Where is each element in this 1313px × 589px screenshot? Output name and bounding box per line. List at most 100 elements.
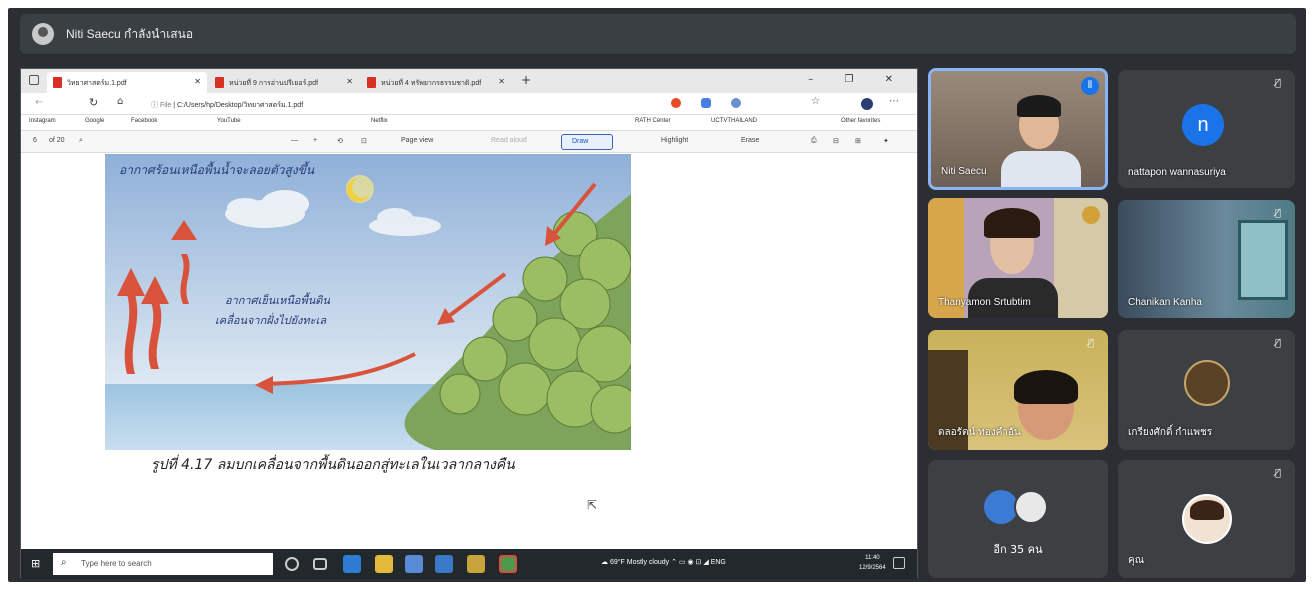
- draw-button[interactable]: Draw: [561, 134, 613, 150]
- mic-off-icon: 🎙̸: [1274, 78, 1281, 89]
- back-icon[interactable]: ←: [35, 97, 43, 108]
- highlight-button[interactable]: Highlight: [661, 137, 688, 144]
- mic-off-icon: 🎙̸: [1274, 468, 1281, 479]
- shared-screen: วิทยาศาสตร์ม.1.pdf ✕ หน่วยที่ 9 การอ่านป…: [20, 68, 918, 579]
- participant-name: Niti Saecu: [941, 166, 987, 177]
- sea-breeze-figure: อากาศร้อนเหนือพื้นน้ำจะลอยตัวสูงขึ้น อาก…: [105, 154, 631, 450]
- participant-tile[interactable]: 🎙̸ Chanikan Kanha: [1118, 200, 1295, 318]
- cool-air-label-2: เคลื่อนจากฝั่งไปยังทะเล: [215, 312, 327, 327]
- bookmark-rath[interactable]: RATH Center: [635, 118, 671, 124]
- tab-2[interactable]: หน่วยที่ 9 การอ่านปรีเยอร์.pdf ✕: [209, 72, 359, 93]
- shirt: [1001, 151, 1081, 187]
- cortana-icon[interactable]: [285, 557, 299, 571]
- participant-name: อีก 35 คน: [993, 543, 1043, 556]
- extension-icons[interactable]: ☆ ⋯: [621, 96, 911, 110]
- rotate-icon[interactable]: ⟲: [337, 137, 343, 145]
- participant-tile[interactable]: 🎙̸ เกรียงศักดิ์ กำแพชร: [1118, 330, 1295, 450]
- explorer-icon[interactable]: [375, 555, 393, 573]
- tab-2-label: หน่วยที่ 9 การอ่านปรีเยอร์.pdf: [229, 80, 319, 87]
- address-bar[interactable]: ⓘ File | C:/Users/hp/Desktop/วิทยาศาสตร์…: [151, 97, 611, 112]
- edge-icon[interactable]: [343, 555, 361, 573]
- file-label: File: [159, 102, 172, 109]
- bookmark-other[interactable]: Other favorites: [841, 118, 880, 124]
- save-icon[interactable]: ⊟: [833, 137, 839, 145]
- tab-actions-icon[interactable]: [29, 75, 39, 85]
- participant-name: nattapon wannasuriya: [1128, 167, 1226, 178]
- participant-name: ดลอรัตน์ ทองคำอัน: [938, 427, 1021, 438]
- participant-tile[interactable]: ⫴ Niti Saecu: [928, 68, 1108, 190]
- pin-icon[interactable]: ✦: [883, 137, 889, 145]
- chrome-icon[interactable]: [499, 555, 517, 573]
- fit-icon[interactable]: ⊡: [361, 137, 367, 145]
- close-icon[interactable]: ✕: [498, 77, 505, 86]
- others-tile[interactable]: อีก 35 คน: [928, 460, 1108, 578]
- info-icon: ⓘ: [151, 102, 160, 109]
- hair: [984, 208, 1040, 238]
- hair: [1014, 370, 1078, 404]
- address-row: ← ↻ ⌂ ⓘ File | C:/Users/hp/Desktop/วิทยา…: [21, 93, 917, 115]
- more-icon[interactable]: ⋯: [889, 96, 899, 107]
- tray-icons[interactable]: ⌃ ▭ ◉ ⊡ ◢: [671, 559, 711, 566]
- close-icon[interactable]: ✕: [194, 77, 201, 86]
- bookmark-youtube[interactable]: YouTube: [217, 118, 241, 124]
- tab-3[interactable]: หน่วยที่ 4 ทรัพยากรธรรมชาติ.pdf ✕: [361, 72, 511, 93]
- extension-icon[interactable]: [671, 98, 681, 108]
- erase-button[interactable]: Erase: [741, 137, 759, 144]
- bookmark-google[interactable]: Google: [85, 118, 104, 124]
- participant-name: Thanyamon Srtubtim: [938, 297, 1031, 308]
- zoom-out-icon[interactable]: —: [291, 137, 298, 144]
- pdf-icon: [367, 77, 376, 88]
- refresh-icon[interactable]: ↻: [89, 96, 98, 109]
- store-icon[interactable]: [405, 555, 423, 573]
- mouse-cursor-icon: ⇱: [587, 498, 598, 512]
- tab-3-label: หน่วยที่ 4 ทรัพยากรธรรมชาติ.pdf: [381, 80, 482, 87]
- close-icon[interactable]: ✕: [346, 77, 353, 86]
- speaking-indicator-icon: ⫴: [1081, 77, 1099, 95]
- clock[interactable]: 11:40 12/9/2564: [859, 553, 886, 573]
- notification-icon[interactable]: [893, 557, 905, 569]
- photos-icon[interactable]: [467, 555, 485, 573]
- bookmarks-bar: Instagram Google Facebook YouTube Netfli…: [21, 115, 917, 131]
- page-total: of 20: [49, 137, 65, 144]
- presenter-bar: Niti Saecu กำลังนำเสนอ: [20, 14, 1296, 54]
- print-icon[interactable]: ⎙: [811, 137, 817, 145]
- new-tab-button[interactable]: +: [521, 73, 531, 87]
- mic-off-icon: 🎙̸: [1274, 338, 1281, 349]
- tab-1-label: วิทยาศาสตร์ม.1.pdf: [67, 80, 127, 87]
- window-controls[interactable]: – ❐ ✕: [808, 74, 907, 85]
- bookmark-netflix[interactable]: Netflix: [371, 118, 388, 124]
- taskbar-search-input[interactable]: ⌕ Type here to search: [53, 553, 273, 575]
- zoom-in-icon[interactable]: +: [313, 137, 317, 144]
- profile-icon[interactable]: [861, 98, 873, 110]
- extension-icon[interactable]: [731, 98, 741, 108]
- address-text: C:/Users/hp/Desktop/วิทยาศาสตร์ม.1.pdf: [176, 102, 304, 109]
- mic-icon: [1082, 206, 1100, 224]
- participant-tile[interactable]: Thanyamon Srtubtim: [928, 198, 1108, 318]
- task-view-icon[interactable]: [313, 558, 327, 570]
- read-aloud-button[interactable]: Read aloud: [491, 137, 527, 144]
- page-view-button[interactable]: Page view: [401, 137, 433, 144]
- participant-tile[interactable]: 🎙̸ คุณ: [1118, 460, 1295, 578]
- tab-1[interactable]: วิทยาศาสตร์ม.1.pdf ✕: [47, 72, 207, 93]
- bookmark-instagram[interactable]: Instagram: [29, 118, 56, 124]
- bookmark-facebook[interactable]: Facebook: [131, 118, 157, 124]
- search-icon[interactable]: ⌕: [79, 137, 83, 145]
- search-icon: ⌕: [61, 557, 67, 568]
- presenter-status: กำลังนำเสนอ: [124, 27, 194, 41]
- mail-icon[interactable]: [435, 555, 453, 573]
- hair: [1017, 95, 1061, 117]
- weather-text[interactable]: 69°F Mostly cloudy: [610, 559, 669, 566]
- home-icon[interactable]: ⌂: [117, 96, 123, 107]
- extension-icon[interactable]: [701, 98, 711, 108]
- participant-tile[interactable]: 🎙̸ n nattapon wannasuriya: [1118, 70, 1295, 188]
- favorites-icon[interactable]: ☆: [811, 96, 820, 107]
- pdf-toolbar: 6 of 20 ⌕ — + ⟲ ⊡ Page view Read aloud D…: [21, 131, 917, 153]
- participant-tile[interactable]: 🎙̸ ดลอรัตน์ ทองคำอัน: [928, 330, 1108, 450]
- save-as-icon[interactable]: ⊞: [855, 137, 861, 145]
- page-number[interactable]: 6: [33, 137, 37, 144]
- weather-icon: ☁: [601, 559, 610, 566]
- avatar: [984, 490, 1018, 524]
- language-indicator[interactable]: ENG: [711, 559, 726, 566]
- windows-start-icon[interactable]: ⊞: [31, 557, 43, 570]
- bookmark-uctv[interactable]: UCTVTHAILAND: [711, 118, 757, 124]
